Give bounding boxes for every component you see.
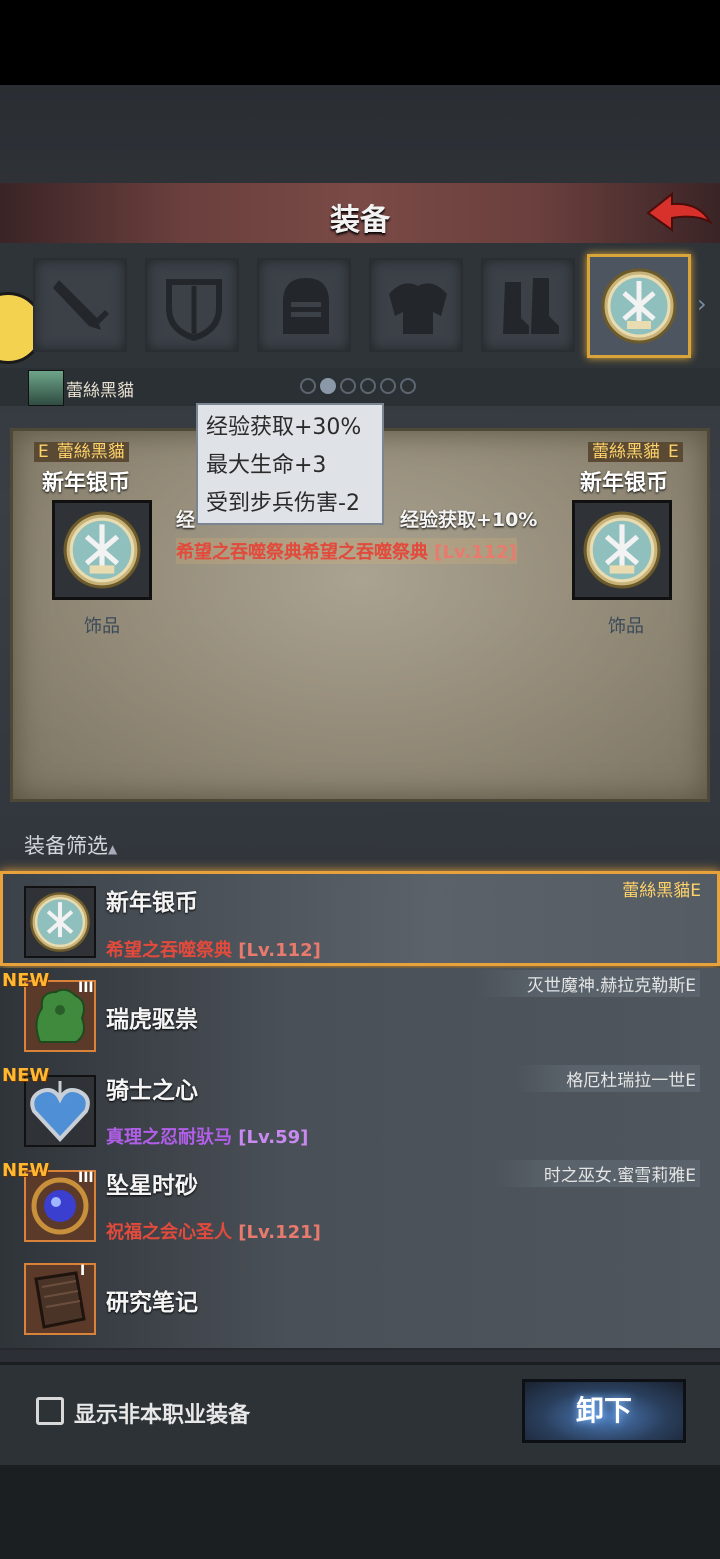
item-set: 祝福之会心圣人 [Lv.121] [106,1218,321,1244]
sword-icon [53,280,109,330]
grade-badge: E [685,1166,696,1186]
item-owner: 蕾絲黑貓E [622,876,701,901]
item-owner: 时之巫女.蜜雪莉雅E [493,1160,700,1187]
scroll-right-icon[interactable]: › [697,290,707,318]
item-owner: 灭世魔神.赫拉克勒斯E [476,970,700,997]
status-bar [0,0,720,85]
grade-badge: E [34,442,53,462]
item-owner: 格厄杜瑞拉一世E [516,1065,700,1092]
bottom-bar [0,1462,720,1559]
page-dot [300,378,316,394]
owner-name: 蕾絲黑貓 [622,881,691,901]
right-owner-tag: 蕾絲黑貓 E [588,437,683,462]
checkbox-label: 显示非本职业装备 [74,1403,251,1428]
left-stat: 经 [176,509,196,531]
right-item-type: 饰品 [608,616,644,637]
item-name: 瑞虎驱祟 [106,1007,198,1033]
helmet-icon [283,278,329,334]
owner-name: 格厄杜瑞拉一世 [566,1071,686,1091]
caret-up-icon: ▲ [108,842,118,856]
set-name: 祝福之会心圣人 [106,1222,232,1243]
tier-badge: I [80,1263,86,1279]
new-badge: NEW [2,1160,50,1181]
owner-name: 蕾絲黑貓 [588,442,664,462]
character-name: 蕾絲黑貓 [66,381,134,401]
grade-badge: E [685,976,696,996]
set-bonus-line: 希望之吞噬祭典希望之吞噬祭典 [Lv.112] [176,538,517,564]
new-badge: NEW [2,1065,50,1086]
coin-icon [583,511,661,589]
back-arrow-icon [646,191,713,232]
set-name: 真理之忍耐驮马 [106,1127,232,1148]
owner-name: 灭世魔神.赫拉克勒斯 [526,976,686,996]
stat-tooltip: 经验获取+30% 最大生命+3 受到步兵伤害-2 [196,403,384,525]
right-item-slot[interactable] [572,500,672,600]
item-name: 坠星时砂 [106,1173,198,1199]
item-set: 真理之忍耐驮马 [Lv.59] [106,1123,308,1149]
boots-icon [503,278,559,334]
page-dot [360,378,376,394]
list-item[interactable]: 新年银币 希望之吞噬祭典 [Lv.112] 蕾絲黑貓E [0,871,720,966]
page-title: 装备 [330,203,390,238]
armor-icon [389,283,447,334]
set-level: [Lv.112] [434,542,517,563]
show-other-class-checkbox[interactable] [36,1397,64,1425]
tab-accessory[interactable] [587,254,691,358]
right-stat: 经验获取+10% [400,509,538,531]
owner-name: 蕾絲黑貓 [52,442,129,462]
shield-icon [166,279,222,342]
grade-badge: E [690,881,701,901]
list-item[interactable]: NEW III 瑞虎驱祟 灭世魔神.赫拉克勒斯E [0,968,720,1065]
tier-badge: III [78,980,94,996]
set-name: 希望之吞噬祭典 [106,940,232,961]
equipment-filter[interactable]: 装备筛选▲ [24,830,117,860]
filter-label: 装备筛选 [24,834,108,858]
back-button[interactable] [644,188,714,238]
coin-icon [601,268,677,344]
heart-pendant-icon [30,1081,90,1142]
page-indicator [300,378,420,398]
tab-weapon[interactable] [33,258,127,352]
left-owner-tag: E 蕾絲黑貓 [34,437,129,462]
right-item-name: 新年银币 [580,471,669,496]
tooltip-line: 受到步兵伤害-2 [206,491,360,516]
item-name: 研究笔记 [106,1290,198,1316]
tab-boots[interactable] [481,258,575,352]
list-item[interactable]: NEW III 坠星时砂 祝福之会心圣人 [Lv.121] 时之巫女.蜜雪莉雅E [0,1158,720,1255]
tab-shield[interactable] [145,258,239,352]
page-dot [320,378,336,394]
coin-icon [30,892,90,952]
item-name: 骑士之心 [106,1078,198,1104]
page-dot [380,378,396,394]
set-level: [Lv.121] [238,1222,321,1243]
unequip-button[interactable]: 卸下 [522,1379,686,1443]
tooltip-line: 经验获取+30% [206,415,362,440]
left-item-name: 新年银币 [42,471,131,496]
grade-badge: E [664,442,683,462]
tooltip-line: 最大生命+3 [206,453,327,478]
set-level: [Lv.59] [238,1127,309,1148]
list-item[interactable]: NEW 骑士之心 真理之忍耐驮马 [Lv.59] 格厄杜瑞拉一世E [0,1063,720,1160]
item-icon-box [24,886,96,958]
tab-helmet[interactable] [257,258,351,352]
set-name: 希望之吞噬祭典希望之吞噬祭典 [176,542,428,563]
set-level: [Lv.112] [238,940,321,961]
coin-icon [63,511,141,589]
owner-name: 时之巫女.蜜雪莉雅 [543,1166,686,1186]
grade-badge: E [685,1071,696,1091]
avatar[interactable] [28,370,64,406]
left-item-slot[interactable] [52,500,152,600]
new-badge: NEW [2,970,50,991]
tab-armor[interactable] [369,258,463,352]
page-dot [340,378,356,394]
left-item-type: 饰品 [84,616,120,637]
item-set: 希望之吞噬祭典 [Lv.112] [106,936,321,962]
item-name: 新年银币 [106,890,198,916]
page-dot [400,378,416,394]
list-item[interactable]: I 研究笔记 [0,1253,720,1350]
tier-badge: III [78,1170,94,1186]
